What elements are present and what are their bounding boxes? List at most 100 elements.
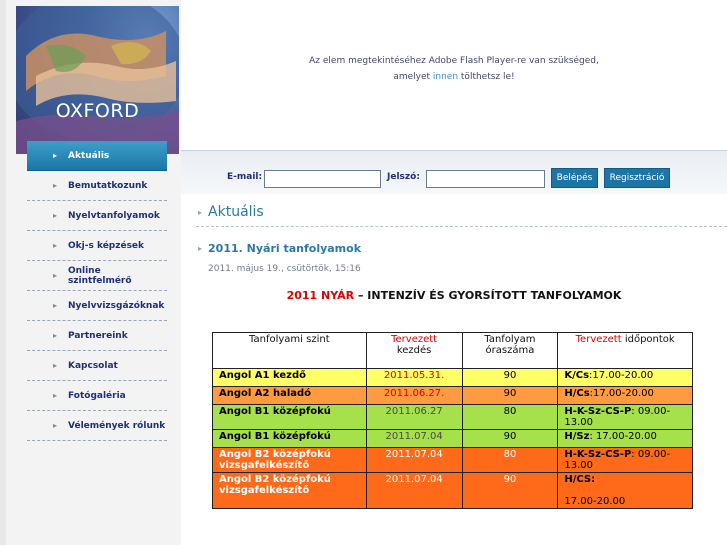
schedule-times: :17.00-20.00 — [589, 388, 654, 399]
email-field[interactable] — [264, 170, 381, 188]
course-heading: 2011 NYÁR – INTENZÍV ÉS GYORSÍTOTT TANFO… — [181, 289, 727, 302]
level-cell: Angol B2 középfokú vizsgafelkészítő — [212, 447, 367, 473]
sidebar-item-nyelvtanfolyamok[interactable]: ▸ Nyelvtanfolyamok — [27, 201, 167, 231]
flash-text: amelyet — [393, 72, 433, 82]
level-cell: Angol B2 középfokú vizsgafelkészítő — [212, 472, 367, 509]
schedule-days: K/Cs — [564, 370, 590, 381]
sidebar-item-online-szintfelmero[interactable]: ▸ Online szintfelmérő — [27, 261, 167, 291]
start-cell: 2011.07.04 — [365, 472, 463, 509]
sidebar-item-label: Kapcsolat — [68, 360, 118, 371]
section-title: ▸ Aktuális — [198, 204, 264, 220]
column-header: Tanfolyami szint — [212, 332, 367, 369]
sidebar-nav: ▸ Aktuális ▸ Bemutatkozunk ▸ Nyelvtanfol… — [27, 141, 167, 441]
sidebar-item-aktualis[interactable]: ▸ Aktuális — [27, 141, 167, 171]
chevron-right-icon: ▸ — [53, 331, 58, 340]
course-table: Tanfolyami szint Tervezett kezdés Tanfoly… — [212, 332, 693, 509]
schedule-days: H-K-Sz-CS-P — [564, 406, 632, 417]
header-text: kezdés — [396, 345, 432, 356]
table-row: Angol A2 haladó 2011.06.27. 90 H/Cs:17.0… — [212, 386, 693, 405]
post-date: 2011. május 19., csütörtök, 15:16 — [208, 264, 361, 274]
hours-cell: 90 — [461, 472, 559, 509]
sidebar-item-label: Nyelvvizsgázóknak — [68, 300, 165, 311]
sidebar-item-label: Bemutatkozunk — [68, 180, 148, 191]
schedule-times: : 17.00-20.00 — [589, 431, 657, 442]
logo-text: OXFORD — [55, 100, 140, 122]
chevron-right-icon: ▸ — [53, 361, 58, 370]
start-cell: 2011.06.27 — [365, 404, 463, 430]
table-row: Angol B2 középfokú vizsgafelkészítő 2011… — [212, 447, 693, 473]
sidebar-item-kapcsolat[interactable]: ▸ Kapcsolat — [27, 351, 167, 381]
header-text-red: Tervezett — [391, 334, 438, 345]
chevron-right-icon: ▸ — [53, 391, 58, 400]
sidebar-item-label: Online szintfelmérő — [67, 265, 132, 286]
start-cell: 2011.07.04 — [365, 447, 463, 473]
table-row: Angol A1 kezdő 2011.05.31. 90 K/Cs:17.00… — [212, 368, 693, 387]
section-title-text: Aktuális — [208, 204, 264, 220]
sidebar-item-label: Aktuális — [68, 150, 110, 161]
sidebar-item-label: Partnereink — [68, 330, 128, 341]
chevron-right-icon: ▸ — [53, 151, 58, 160]
course-heading-red: 2011 NYÁR — [286, 289, 355, 302]
hours-cell: 80 — [461, 447, 559, 473]
level-cell: Angol A1 kezdő — [212, 368, 367, 387]
schedule-cell: K/Cs:17.00-20.00 — [557, 368, 693, 387]
chevron-right-icon: ▸ — [53, 271, 58, 280]
schedule-cell: H/Cs:17.00-20.00 — [557, 386, 693, 405]
hours-cell: 90 — [461, 368, 559, 387]
schedule-days: H/CS: — [564, 474, 596, 485]
course-heading-rest: – INTENZÍV ÉS GYORSÍTOTT TANFOLYAMOK — [354, 289, 622, 302]
post-title-text[interactable]: 2011. Nyári tanfolyamok — [208, 242, 361, 255]
level-cell: Angol B1 középfokú — [212, 429, 367, 448]
table-header-row: Tanfolyami szint Tervezett kezdés Tanfoly… — [212, 332, 693, 369]
schedule-days: H-K-Sz-CS-P — [564, 449, 632, 460]
chevron-right-icon: ▸ — [53, 181, 58, 190]
chevron-right-icon: ▸ — [53, 421, 58, 430]
schedule-times: :17.00-20.00 — [589, 370, 654, 381]
sidebar-item-bemutatkozunk[interactable]: ▸ Bemutatkozunk — [27, 171, 167, 201]
schedule-days: H/Cs — [564, 388, 590, 399]
sidebar-item-okj-kepzesek[interactable]: ▸ Okj-s képzések — [27, 231, 167, 261]
level-cell: Angol B1 középfokú — [212, 404, 367, 430]
left-column: OXFORD ▸ Aktuális ▸ Bemutatkozunk ▸ Nyel… — [0, 0, 181, 545]
chevron-right-icon: ▸ — [53, 241, 58, 250]
oxford-logo[interactable]: OXFORD — [16, 6, 179, 154]
flash-download-link[interactable]: innen — [433, 72, 458, 82]
hours-cell: 90 — [461, 386, 559, 405]
password-label: Jelszó: — [387, 172, 420, 182]
sidebar-item-fotogaleria[interactable]: ▸ Fotógaléria — [27, 381, 167, 411]
login-bar: E-mail: Jelszó: Belépés Regisztráció — [181, 150, 727, 194]
sidebar-item-label: Okj-s képzések — [68, 240, 145, 251]
header-text: Tanfolyam — [484, 334, 536, 345]
sidebar-item-velemenyek[interactable]: ▸ Vélemények rólunk — [27, 411, 167, 441]
column-header: Tanfolyam óraszáma — [461, 332, 559, 369]
sidebar-item-nyelvvizsgazoknak[interactable]: ▸ Nyelvvizsgázóknak — [27, 291, 167, 321]
hours-cell: 80 — [461, 404, 559, 430]
sidebar-item-partnereink[interactable]: ▸ Partnereink — [27, 321, 167, 351]
header-text: óraszáma — [485, 345, 535, 356]
register-button[interactable]: Regisztráció — [604, 168, 670, 188]
chevron-right-icon: ▸ — [53, 301, 58, 310]
schedule-cell: H-K-Sz-CS-P: 09.00-13.00 — [557, 447, 693, 473]
header-text: Tanfolyami szint — [249, 334, 330, 345]
globe-hands-image — [16, 6, 179, 154]
schedule-cell: H-K-Sz-CS-P: 09.00-13.00 — [557, 404, 693, 430]
login-button[interactable]: Belépés — [551, 168, 598, 188]
hours-cell: 90 — [461, 429, 559, 448]
chevron-right-icon: ▸ — [198, 207, 203, 217]
flash-message-line2: amelyet innen tölthetsz le! — [181, 72, 727, 82]
post-title[interactable]: ▸ 2011. Nyári tanfolyamok — [198, 242, 361, 255]
table-row: Angol B1 középfokú 2011.06.27 80 H-K-Sz-… — [212, 404, 693, 430]
flash-message-line1: Az elem megtekintéséhez Adobe Flash Play… — [309, 56, 599, 66]
sidebar-item-label: Vélemények rólunk — [68, 420, 166, 431]
header-text-red: Tervezett — [575, 334, 622, 345]
table-row: Angol B2 középfokú vizsgafelkészítő 2011… — [212, 472, 693, 509]
flash-text: tölthetsz le! — [458, 72, 515, 82]
level-cell: Angol A2 haladó — [212, 386, 367, 405]
start-cell: 2011.06.27. — [365, 386, 463, 405]
schedule-days: H/Sz — [564, 431, 590, 442]
schedule-times: 17.00-20.00 — [564, 496, 626, 507]
column-header: Tervezett kezdés — [365, 332, 463, 369]
password-field[interactable] — [426, 170, 545, 188]
divider — [196, 226, 727, 227]
start-cell: 2011.07.04 — [365, 429, 463, 448]
